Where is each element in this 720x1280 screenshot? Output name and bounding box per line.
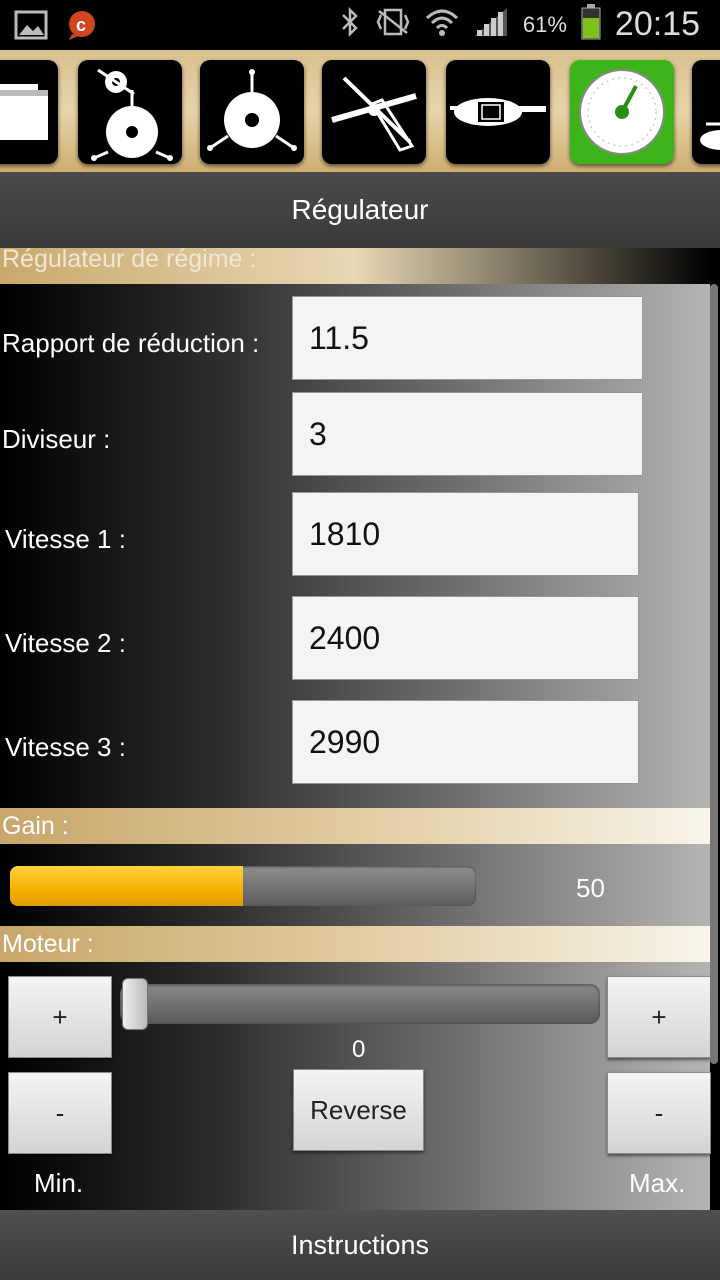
motor-slider[interactable] [120,984,600,1024]
notification-c-icon: c [66,9,100,46]
battery-percent: 61% [522,11,567,37]
motor-slider-thumb[interactable] [122,978,148,1030]
wifi-icon [425,6,459,43]
max-increase-button[interactable]: + [607,976,711,1058]
speed-2-label: Vitesse 2 : [5,628,126,658]
status-bar: c 61% 20:15 [0,0,720,50]
servo-disk-icon[interactable] [200,60,304,164]
speed-1-label: Vitesse 1 : [5,524,126,554]
gallery-icon [14,9,48,46]
max-label: Max. [629,1168,686,1198]
gain-section-header: Gain : [0,808,710,844]
page-title: Régulateur [0,172,720,248]
min-increase-button[interactable]: + [8,976,112,1058]
folder-tab-icon[interactable] [0,60,58,164]
icon-toolbar [0,50,720,172]
scrollbar[interactable] [710,284,718,1064]
speed-3-label: Vitesse 3 : [5,732,126,762]
reduction-ratio-field[interactable]: 11.5 [292,296,643,380]
svg-text:c: c [76,15,86,35]
divider-label: Diviseur : [2,424,111,454]
gain-progress-fill [10,866,243,906]
next-icon[interactable] [692,60,720,164]
speed-1-field[interactable]: 1810 [292,492,639,576]
gauge-icon[interactable] [570,60,674,164]
signal-icon [473,6,509,43]
divider-field[interactable]: 3 [292,392,643,476]
reduction-ratio-label: Rapport de réduction : [2,328,260,358]
min-label: Min. [34,1168,84,1198]
motor-slider-value: 0 [352,1036,366,1063]
bluetooth-icon [339,6,361,43]
vibrate-icon [375,7,411,42]
gain-value: 50 [576,873,605,903]
max-decrease-button[interactable]: - [607,1072,711,1154]
governor-section-header: Régulateur de régime : [0,248,710,284]
speed-2-field[interactable]: 2400 [292,596,639,680]
min-decrease-button[interactable]: - [8,1072,112,1154]
helicopter-icon[interactable] [446,60,550,164]
speed-3-field[interactable]: 2990 [292,700,639,784]
reverse-button[interactable]: Reverse [293,1069,424,1151]
battery-icon [581,4,601,45]
motor-section-header: Moteur : [0,926,710,962]
rotor-blade-icon[interactable] [322,60,426,164]
swashplate-icon[interactable] [78,60,182,164]
clock: 20:15 [614,5,700,43]
instructions-button[interactable]: Instructions [0,1210,720,1280]
gain-progress-bar[interactable] [10,866,476,906]
